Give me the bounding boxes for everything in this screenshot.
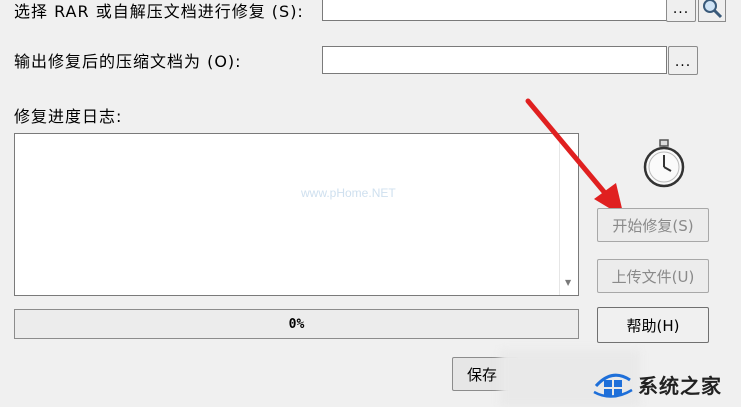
windows-logo-icon	[592, 366, 634, 400]
output-file-browse-button[interactable]: ...	[668, 46, 698, 75]
red-arrow-icon	[525, 98, 624, 217]
site-logo-text: 系统之家	[638, 374, 722, 398]
output-file-label: 输出修复后的压缩文档为 (O):	[14, 52, 242, 71]
magnifier-icon[interactable]	[698, 0, 726, 22]
progress-bar: 0%	[14, 309, 579, 339]
watermark-text: www.pHome.NET	[301, 186, 396, 200]
repair-source-field[interactable]	[322, 0, 667, 21]
output-file-field[interactable]	[322, 46, 667, 74]
repair-source-label: 选择 RAR 或自解压文档进行修复 (S):	[14, 2, 304, 21]
log-label: 修复进度日志:	[14, 107, 123, 126]
scroll-down-arrow-icon[interactable]: ▼	[565, 278, 571, 287]
stopwatch-icon	[640, 138, 688, 190]
help-button[interactable]: 帮助(H)	[597, 307, 709, 343]
upload-file-button[interactable]: 上传文件(U)	[597, 259, 709, 293]
progress-percent: 0%	[288, 316, 305, 332]
start-repair-button[interactable]: 开始修复(S)	[597, 208, 709, 242]
repair-source-browse-button[interactable]: ...	[666, 0, 696, 22]
log-area[interactable]: ▼	[14, 133, 579, 296]
